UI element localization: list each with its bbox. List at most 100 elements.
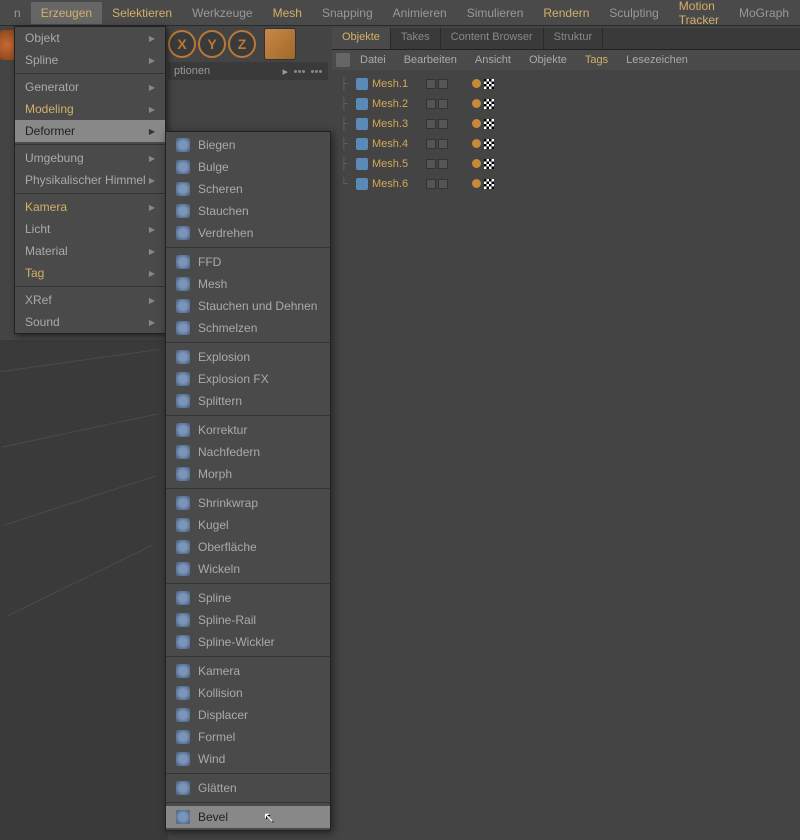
object-row[interactable]: ├Mesh.2 xyxy=(332,94,800,114)
dropdown-modeling[interactable]: Modeling▶ xyxy=(15,98,165,120)
obj-menu-ansicht[interactable]: Ansicht xyxy=(467,52,519,68)
dropdown-objekt[interactable]: Objekt▶ xyxy=(15,27,165,49)
tab-struktur[interactable]: Struktur xyxy=(544,28,604,49)
submenu-morph[interactable]: Morph xyxy=(166,463,330,485)
render-toggle[interactable] xyxy=(438,139,448,149)
menubar-sculpting[interactable]: Sculpting xyxy=(599,2,668,24)
submenu-mesh[interactable]: Mesh xyxy=(166,273,330,295)
submenu-ffd[interactable]: FFD xyxy=(166,251,330,273)
dropdown-tag[interactable]: Tag▶ xyxy=(15,262,165,284)
render-toggle[interactable] xyxy=(438,79,448,89)
cube-tool-button[interactable] xyxy=(264,28,296,60)
submenu-kugel[interactable]: Kugel xyxy=(166,514,330,536)
dropdown-licht[interactable]: Licht▶ xyxy=(15,218,165,240)
submenu-stauchen-und-dehnen[interactable]: Stauchen und Dehnen xyxy=(166,295,330,317)
obj-menu-datei[interactable]: Datei xyxy=(352,52,394,68)
submenu-spline[interactable]: Spline xyxy=(166,587,330,609)
object-row[interactable]: ├Mesh.1 xyxy=(332,74,800,94)
render-toggle[interactable] xyxy=(438,159,448,169)
dropdown-material[interactable]: Material▶ xyxy=(15,240,165,262)
menubar-werkzeuge[interactable]: Werkzeuge xyxy=(182,2,262,24)
render-toggle[interactable] xyxy=(438,99,448,109)
dropdown-xref[interactable]: XRef▶ xyxy=(15,289,165,311)
tag-phong-icon[interactable] xyxy=(472,79,481,88)
submenu-formel[interactable]: Formel xyxy=(166,726,330,748)
dropdown-physikalischer-himmel[interactable]: Physikalischer Himmel▶ xyxy=(15,169,165,191)
tag-uvw-icon[interactable] xyxy=(484,79,494,89)
visibility-toggle[interactable] xyxy=(426,179,436,189)
axis-x-button[interactable]: X xyxy=(168,30,196,58)
submenu-spline-rail[interactable]: Spline-Rail xyxy=(166,609,330,631)
submenu-wind[interactable]: Wind xyxy=(166,748,330,770)
obj-menu-objekte[interactable]: Objekte xyxy=(521,52,575,68)
menubar-n[interactable]: n xyxy=(4,2,31,24)
axis-y-button[interactable]: Y xyxy=(198,30,226,58)
dropdown-generator[interactable]: Generator▶ xyxy=(15,76,165,98)
obj-menu-lesezeichen[interactable]: Lesezeichen xyxy=(618,52,696,68)
submenu-korrektur[interactable]: Korrektur xyxy=(166,419,330,441)
tab-content-browser[interactable]: Content Browser xyxy=(441,28,544,49)
dropdown-kamera[interactable]: Kamera▶ xyxy=(15,196,165,218)
menubar-mesh[interactable]: Mesh xyxy=(263,2,312,24)
visibility-toggle[interactable] xyxy=(426,139,436,149)
submenu-kollision[interactable]: Kollision xyxy=(166,682,330,704)
tag-uvw-icon[interactable] xyxy=(484,139,494,149)
submenu-nachfedern[interactable]: Nachfedern xyxy=(166,441,330,463)
dropdown-deformer[interactable]: Deformer▶ xyxy=(15,120,165,142)
tag-uvw-icon[interactable] xyxy=(484,99,494,109)
tab-takes[interactable]: Takes xyxy=(391,28,441,49)
obj-menu-bearbeiten[interactable]: Bearbeiten xyxy=(396,52,465,68)
submenu-scheren[interactable]: Scheren xyxy=(166,178,330,200)
render-toggle[interactable] xyxy=(438,179,448,189)
submenu-splittern[interactable]: Splittern xyxy=(166,390,330,412)
object-row[interactable]: ├Mesh.5 xyxy=(332,154,800,174)
visibility-toggle[interactable] xyxy=(426,99,436,109)
viewport-area[interactable] xyxy=(0,340,168,840)
tag-phong-icon[interactable] xyxy=(472,119,481,128)
menubar-rendern[interactable]: Rendern xyxy=(533,2,599,24)
visibility-toggle[interactable] xyxy=(426,119,436,129)
submenu-bulge[interactable]: Bulge xyxy=(166,156,330,178)
menubar-snapping[interactable]: Snapping xyxy=(312,2,383,24)
submenu-schmelzen[interactable]: Schmelzen xyxy=(166,317,330,339)
tab-objekte[interactable]: Objekte xyxy=(332,28,391,49)
options-bar[interactable]: ptionen ▸ xyxy=(168,62,328,80)
submenu-explosion[interactable]: Explosion xyxy=(166,346,330,368)
menubar-animieren[interactable]: Animieren xyxy=(383,2,457,24)
menubar-simulieren[interactable]: Simulieren xyxy=(457,2,534,24)
tag-phong-icon[interactable] xyxy=(472,179,481,188)
menubar-motion tracker[interactable]: Motion Tracker xyxy=(669,0,729,31)
axis-z-button[interactable]: Z xyxy=(228,30,256,58)
dropdown-sound[interactable]: Sound▶ xyxy=(15,311,165,333)
submenu-stauchen[interactable]: Stauchen xyxy=(166,200,330,222)
tag-phong-icon[interactable] xyxy=(472,139,481,148)
submenu-verdrehen[interactable]: Verdrehen xyxy=(166,222,330,244)
tag-uvw-icon[interactable] xyxy=(484,159,494,169)
submenu-biegen[interactable]: Biegen xyxy=(166,134,330,156)
menubar-mograph[interactable]: MoGraph xyxy=(729,2,799,24)
dropdown-umgebung[interactable]: Umgebung▶ xyxy=(15,147,165,169)
submenu-displacer[interactable]: Displacer xyxy=(166,704,330,726)
tag-phong-icon[interactable] xyxy=(472,159,481,168)
menubar-selektieren[interactable]: Selektieren xyxy=(102,2,182,24)
tag-uvw-icon[interactable] xyxy=(484,179,494,189)
visibility-toggle[interactable] xyxy=(426,159,436,169)
menubar-erzeugen[interactable]: Erzeugen xyxy=(31,2,102,24)
panel-grip-icon[interactable] xyxy=(336,53,350,67)
tag-uvw-icon[interactable] xyxy=(484,119,494,129)
submenu-glätten[interactable]: Glätten xyxy=(166,777,330,799)
object-row[interactable]: ├Mesh.4 xyxy=(332,134,800,154)
submenu-bevel[interactable]: Bevel xyxy=(166,806,330,828)
obj-menu-tags[interactable]: Tags xyxy=(577,52,616,68)
object-row[interactable]: ├Mesh.3 xyxy=(332,114,800,134)
submenu-explosion-fx[interactable]: Explosion FX xyxy=(166,368,330,390)
tag-phong-icon[interactable] xyxy=(472,99,481,108)
submenu-oberfläche[interactable]: Oberfläche xyxy=(166,536,330,558)
submenu-kamera[interactable]: Kamera xyxy=(166,660,330,682)
submenu-wickeln[interactable]: Wickeln xyxy=(166,558,330,580)
submenu-shrinkwrap[interactable]: Shrinkwrap xyxy=(166,492,330,514)
visibility-toggle[interactable] xyxy=(426,79,436,89)
object-row[interactable]: └Mesh.6 xyxy=(332,174,800,194)
submenu-spline-wickler[interactable]: Spline-Wickler xyxy=(166,631,330,653)
dropdown-spline[interactable]: Spline▶ xyxy=(15,49,165,71)
